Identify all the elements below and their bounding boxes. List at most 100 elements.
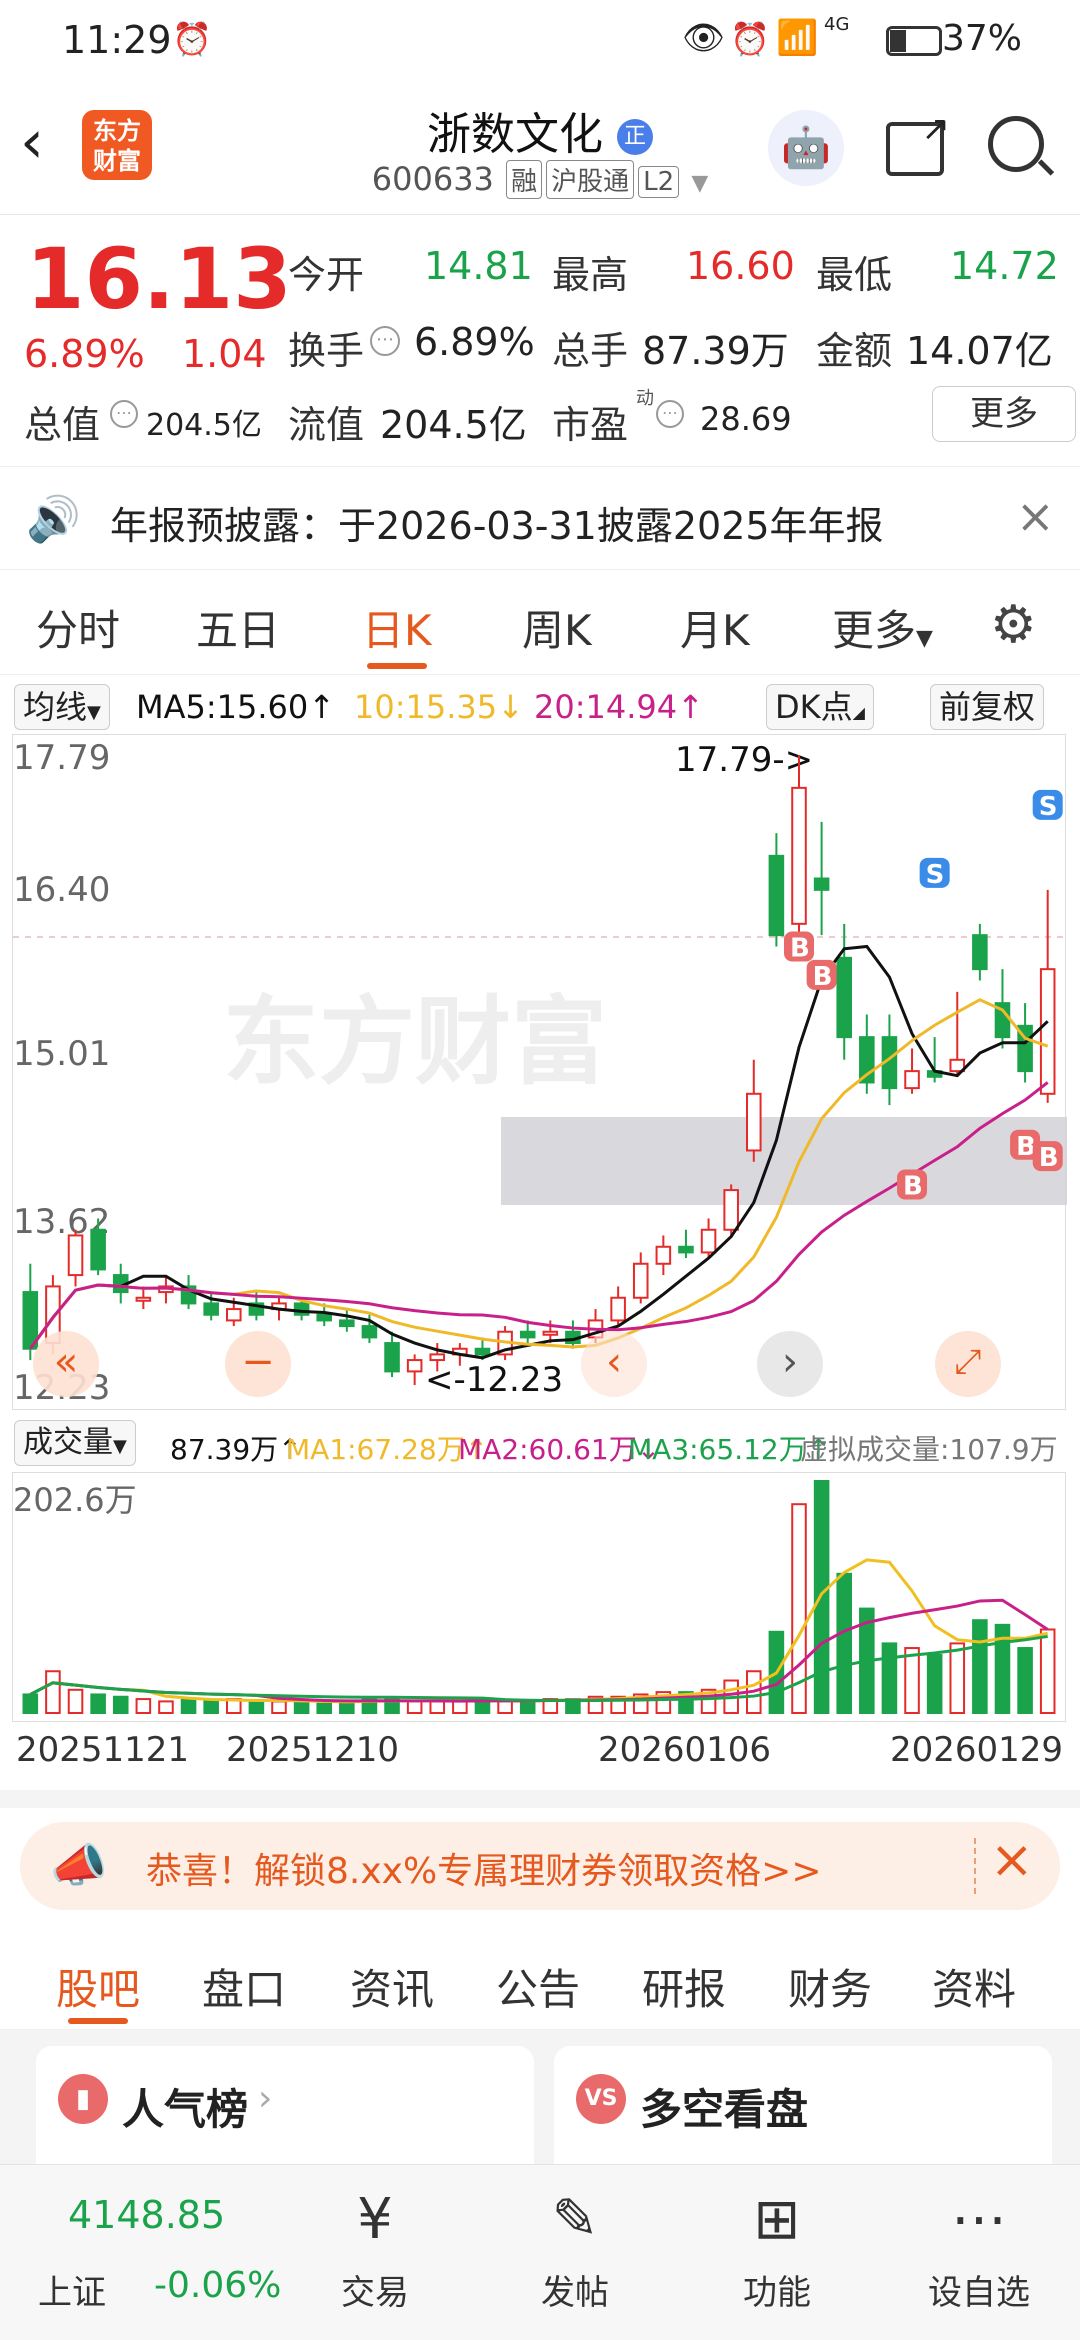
open-value: 14.81 [424,244,533,288]
date-label-4: 20260129 [890,1730,1064,1770]
candle [655,1245,672,1265]
low-marker: <-12.23 [425,1360,563,1400]
promo-banner[interactable]: 📣 恭喜！解锁8.xx%专属理财券领取资格>> × [20,1822,1060,1910]
more-button[interactable]: 更多 [932,386,1076,442]
status-bar: 11:29 ⏰ 👁 ⏰ 📶 4G 37% [0,0,1080,80]
low-value: 14.72 [950,244,1059,288]
volume-selector[interactable]: 成交量▼ [14,1420,136,1466]
index-value[interactable]: 4148.85 [68,2193,225,2237]
robot-assistant-icon[interactable]: 🤖 [768,110,844,186]
popularity-title: 人气榜 [122,2085,249,2134]
search-icon[interactable] [988,116,1055,176]
volume-bar [452,1700,468,1714]
adjust-button[interactable]: 前复权 [930,684,1045,730]
watchlist-icon: ⋯ [951,2187,1007,2252]
volume-bar [497,1700,513,1714]
scroll-left-icon[interactable]: « [33,1331,99,1397]
candle [723,1189,739,1231]
info-icon-2[interactable]: ⋯ [110,400,138,428]
tab-weekly-k[interactable]: 周K [522,597,592,658]
banner-close-icon[interactable]: × [990,1830,1034,1890]
pe-sup: 动 [636,388,654,409]
marker-letter: S [1039,792,1058,822]
tab-news[interactable]: 资讯 [350,1956,434,2017]
volume-label: 总手 [552,329,629,373]
ma-selector[interactable]: 均线▼ [14,684,110,730]
tab-daily-k[interactable]: 日K [362,597,432,658]
tab-announcement[interactable]: 公告 [496,1956,580,2017]
volume-bar [22,1693,39,1715]
y-label-max: 17.79 [13,738,110,778]
volume-bar [1039,1628,1056,1714]
info-icon-3[interactable]: ⋯ [656,400,684,428]
volume-bar [881,1642,898,1714]
dk-point-button[interactable]: DK点◢ [766,684,874,730]
volume-selector-label: 成交量 [23,1425,113,1460]
share-icon[interactable]: ↗ [886,112,950,176]
buy-marker[interactable]: B [806,959,837,992]
ma-indicator-bar: 均线▼ MA5:15.60↑ 10:15.35↓ 20:14.94↑ DK点◢ … [0,680,1080,732]
nav-function[interactable]: 功能 [702,2265,852,2314]
fullscreen-icon[interactable]: ⤢ [935,1331,1001,1397]
tab-more[interactable]: 更多▼ [832,597,933,658]
tab-guba[interactable]: 股吧 [56,1956,140,2017]
ma5-value: MA5:15.60↑ [136,688,336,726]
volume-bar [180,1698,197,1715]
zoom-out-icon[interactable]: − [225,1331,291,1397]
tab-finance[interactable]: 财务 [788,1956,872,2017]
marker-letter: B [790,933,810,963]
tab-research[interactable]: 研报 [642,1956,726,2017]
tab-pankou[interactable]: 盘口 [202,1956,286,2017]
sell-marker[interactable]: S [1032,789,1063,822]
candle [904,1070,920,1090]
kline-chart[interactable]: 东方财富 17.79 16.40 15.01 13.62 12.23 17.79… [12,734,1067,1410]
verified-badge: 正 [617,119,653,155]
volume-bar [67,1688,84,1715]
nav-post[interactable]: 发帖 [500,2265,650,2314]
tag-connect: 沪股通 [546,160,635,199]
volume-bar [90,1693,106,1715]
date-label-2: 20251210 [226,1730,400,1770]
volume-bar [406,1700,423,1714]
ma-selector-label: 均线 [23,688,88,726]
marker-letter: S [926,860,945,890]
kline-tabs: 分时 五日 日K 周K 月K 更多▼ ⚙ [0,575,1080,675]
volume-bar [972,1619,988,1714]
promo-text: 恭喜！解锁8.xx%专属理财券领取资格>> [146,1851,822,1892]
network-label: 4G [824,14,850,35]
tab-intraday[interactable]: 分时 [36,597,120,658]
info-icon[interactable]: ⋯ [370,326,400,356]
trade-icon: ¥ [357,2187,393,2252]
candle [791,786,807,925]
buy-marker[interactable]: B [784,931,814,963]
volume-chart[interactable]: 202.6万 [12,1472,1066,1722]
tab-five-day[interactable]: 五日 [196,597,280,658]
buy-marker[interactable]: B [897,1169,928,1201]
tab-monthly-k[interactable]: 月K [680,597,750,658]
close-icon[interactable]: × [1016,489,1055,543]
candle [361,1325,378,1339]
prev-icon[interactable]: ‹ [581,1331,647,1397]
volume-bar [293,1700,310,1714]
turnover-value: 6.89% [414,320,535,364]
candle [836,956,852,1039]
candle [406,1359,423,1373]
nav-watchlist[interactable]: 设自选 [904,2265,1054,2314]
sell-marker[interactable]: S [919,857,950,890]
candle [203,1302,219,1316]
stock-name[interactable]: 浙数文化 [427,109,603,160]
next-icon[interactable]: › [757,1331,823,1397]
candle [316,1313,333,1322]
buy-marker[interactable]: B [1032,1141,1063,1173]
tab-profile[interactable]: 资料 [932,1956,1016,2017]
candle [519,1330,536,1339]
notice-bar[interactable]: 🔊 年报预披露：于2026-03-31披露2025年年报 × [0,466,1080,570]
wifi-icon: 📶 [776,18,819,58]
volume-value: 87.39万↑ [170,1433,302,1466]
kline-svg: 东方财富 17.79 16.40 15.01 13.62 12.23 17.79… [13,738,1067,1408]
volume-bar [248,1700,265,1714]
candle [678,1245,694,1254]
settings-gear-icon[interactable]: ⚙ [990,595,1037,655]
nav-trade[interactable]: 交易 [300,2265,450,2314]
active-tab-underline [367,663,427,669]
